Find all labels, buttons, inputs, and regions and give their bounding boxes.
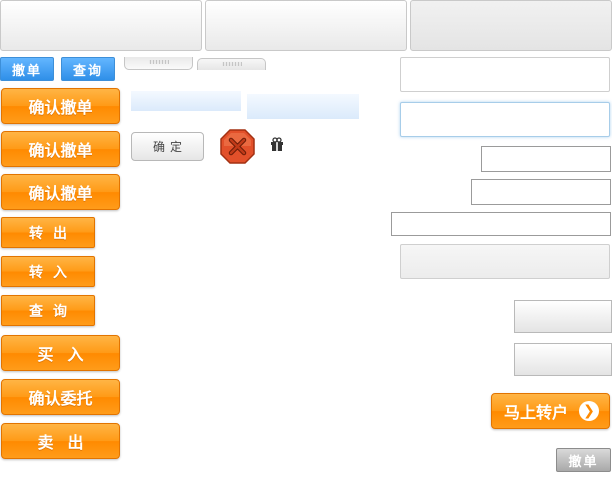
top-panel-1 (0, 0, 202, 51)
arrow-right-circle-icon: ❯ (579, 401, 599, 421)
gray-box-1[interactable] (514, 300, 612, 333)
buy-button[interactable]: 买入 (1, 335, 120, 371)
cancel-small-button[interactable]: 撤单 (0, 57, 54, 81)
confirm-cancel-button-3[interactable]: 确认撤单 (1, 174, 120, 210)
text-input-1[interactable] (400, 57, 610, 92)
query-button[interactable]: 查询 (1, 295, 95, 326)
transfer-out-button[interactable]: 转出 (1, 217, 95, 248)
gray-box-2[interactable] (514, 343, 612, 376)
close-icon[interactable] (220, 129, 255, 164)
tab-grip (148, 60, 169, 64)
tab-grip (221, 62, 242, 66)
text-input-4[interactable] (391, 212, 611, 236)
transfer-in-button[interactable]: 转入 (1, 256, 95, 287)
text-input-disabled[interactable] (400, 244, 610, 279)
text-input-3[interactable] (471, 179, 611, 205)
top-panel-3 (410, 0, 612, 51)
gift-icon (269, 136, 285, 152)
highlight-strip-1 (131, 91, 241, 111)
confirm-cancel-button-2[interactable]: 确认撤单 (1, 131, 120, 167)
sell-button[interactable]: 卖出 (1, 423, 120, 459)
tab-1[interactable] (124, 57, 193, 70)
confirm-order-button[interactable]: 确认委托 (1, 379, 120, 415)
query-small-button[interactable]: 查询 (61, 57, 115, 81)
cancel-gray-button[interactable]: 撤单 (556, 448, 611, 472)
highlight-strip-2 (247, 94, 359, 119)
text-input-focused[interactable] (400, 102, 610, 137)
go-transfer-label: 马上转户 (504, 403, 569, 422)
tab-2[interactable] (197, 58, 266, 70)
top-panel-2 (205, 0, 407, 51)
ok-button[interactable]: 确定 (131, 132, 204, 161)
go-transfer-button[interactable]: 马上转户 ❯ (491, 393, 610, 429)
confirm-cancel-button-1[interactable]: 确认撤单 (1, 88, 120, 124)
text-input-2[interactable] (481, 146, 611, 172)
